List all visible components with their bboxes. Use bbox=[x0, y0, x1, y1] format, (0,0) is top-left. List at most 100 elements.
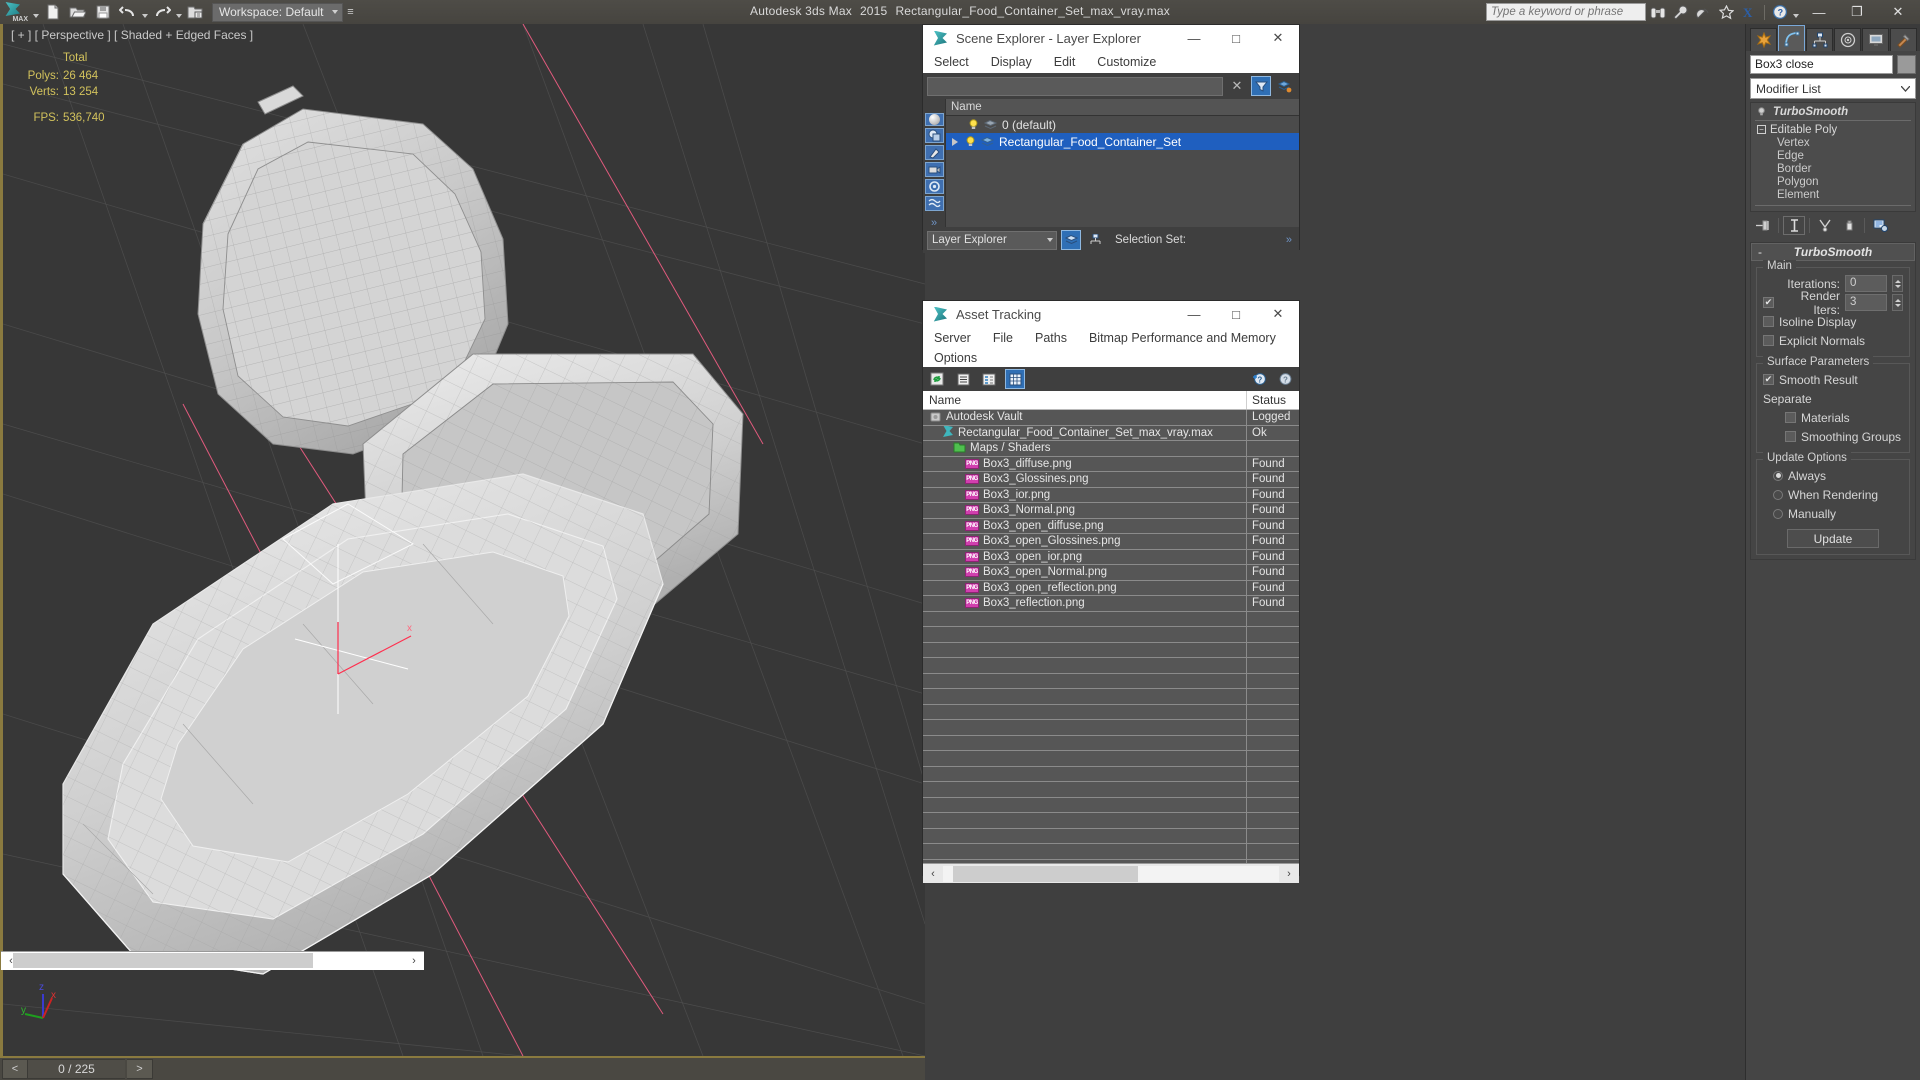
table-row[interactable]: PNG Box3_ior.png Found bbox=[923, 487, 1299, 503]
manually-radio[interactable] bbox=[1773, 508, 1783, 519]
rollout-collapse-icon[interactable]: - bbox=[1758, 245, 1762, 259]
sfs-hscroll-thumb[interactable] bbox=[13, 953, 313, 968]
pin-stack-icon[interactable] bbox=[1752, 216, 1774, 235]
sfs-hscroll-right-arrow[interactable]: › bbox=[404, 952, 424, 970]
table-row[interactable]: Autodesk Vault Logged bbox=[923, 410, 1299, 426]
menu-file[interactable]: File bbox=[982, 327, 1024, 349]
select-from-scene-hscrollbar[interactable]: ‹ › bbox=[1, 951, 424, 970]
explicit-normals-checkbox[interactable] bbox=[1763, 335, 1774, 346]
display-space-warps-icon[interactable] bbox=[924, 196, 944, 211]
asset-tracking-maximize[interactable]: □ bbox=[1215, 301, 1257, 327]
lightbulb-icon[interactable] bbox=[1757, 107, 1766, 116]
asset-tracking-close[interactable]: ✕ bbox=[1257, 301, 1299, 327]
asset-tracking-window[interactable]: Asset Tracking — □ ✕ Server File Paths B… bbox=[922, 300, 1300, 883]
set-project-folder-icon[interactable] bbox=[183, 1, 208, 23]
table-row[interactable]: Maps / Shaders bbox=[923, 441, 1299, 457]
iterations-spinner[interactable] bbox=[1892, 275, 1903, 292]
table-row[interactable]: PNG Box3_diffuse.png Found bbox=[923, 456, 1299, 472]
menu-server[interactable]: Server bbox=[923, 327, 982, 349]
layer-row-container-set[interactable]: Rectangular_Food_Container_Set bbox=[946, 133, 1299, 150]
grid-view-icon[interactable] bbox=[1005, 369, 1025, 389]
lightbulb-icon[interactable] bbox=[965, 136, 976, 147]
make-unique-icon[interactable] bbox=[1814, 216, 1836, 235]
collapse-box-icon[interactable]: − bbox=[1757, 125, 1766, 134]
render-iters-checkbox[interactable] bbox=[1763, 297, 1774, 308]
save-file-icon[interactable] bbox=[90, 1, 115, 23]
combo-caret-icon[interactable] bbox=[1047, 238, 1053, 242]
table-row[interactable]: PNG Box3_open_reflection.png Found bbox=[923, 580, 1299, 596]
frame-counter[interactable]: 0 / 225 bbox=[28, 1059, 125, 1079]
object-color-swatch[interactable] bbox=[1897, 54, 1916, 74]
table-row[interactable]: PNG Box3_open_ior.png Found bbox=[923, 549, 1299, 565]
window-minimize-button[interactable]: — bbox=[1800, 0, 1838, 24]
display-shapes-icon[interactable] bbox=[924, 128, 944, 143]
iterations-field[interactable]: 0 bbox=[1845, 275, 1887, 292]
stack-subobject-vertex[interactable]: Vertex bbox=[1751, 136, 1915, 149]
window-restore-button[interactable]: ❐ bbox=[1838, 0, 1876, 24]
layer-options-icon[interactable] bbox=[1275, 76, 1295, 96]
workspace-caret-icon[interactable] bbox=[331, 10, 338, 14]
smoothing-groups-checkbox[interactable] bbox=[1785, 431, 1796, 442]
help-question-icon[interactable]: ? bbox=[1768, 1, 1791, 23]
create-tab[interactable] bbox=[1750, 28, 1777, 51]
layer-row-default[interactable]: 0 (default) bbox=[946, 116, 1299, 133]
help-tracking-icon[interactable]: ? bbox=[1275, 369, 1295, 389]
stack-item-turbosmooth[interactable]: TurboSmooth bbox=[1751, 105, 1915, 118]
menu-paths[interactable]: Paths bbox=[1024, 327, 1078, 349]
materials-checkbox[interactable] bbox=[1785, 412, 1796, 423]
configure-modifier-sets-icon[interactable] bbox=[1869, 216, 1891, 235]
favorites-star-icon[interactable] bbox=[1715, 1, 1738, 23]
exchange-x-icon[interactable]: X bbox=[1738, 1, 1761, 23]
stack-item-editable-poly[interactable]: − Editable Poly bbox=[1751, 123, 1915, 136]
clear-search-icon[interactable]: ✕ bbox=[1227, 76, 1247, 96]
render-iters-field[interactable]: 3 bbox=[1845, 294, 1887, 311]
filter-funnel-icon[interactable] bbox=[1251, 76, 1271, 96]
list-view-icon[interactable] bbox=[953, 369, 973, 389]
hierarchy-mode-icon[interactable] bbox=[1085, 230, 1105, 250]
menu-options[interactable]: Options bbox=[923, 349, 1299, 367]
prev-frame-button[interactable]: < bbox=[2, 1059, 28, 1079]
asset-tracking-hscrollbar[interactable]: ‹ › bbox=[923, 863, 1299, 883]
table-row[interactable]: PNG Box3_open_Glossines.png Found bbox=[923, 534, 1299, 550]
when-rendering-radio[interactable] bbox=[1773, 489, 1783, 500]
redo-dropdown-icon[interactable] bbox=[174, 1, 183, 23]
modifier-stack[interactable]: TurboSmooth − Editable Poly Vertex Edge … bbox=[1750, 102, 1916, 212]
command-panel[interactable]: Box3 close Modifier List TurboSmooth − E… bbox=[1745, 24, 1920, 1080]
motion-tab[interactable] bbox=[1834, 28, 1861, 51]
table-row[interactable]: PNG Box3_Glossines.png Found bbox=[923, 472, 1299, 488]
table-row[interactable]: PNG Box3_open_Normal.png Found bbox=[923, 565, 1299, 581]
update-option-manually[interactable]: Manually bbox=[1763, 504, 1903, 523]
footer-overflow-icon[interactable]: » bbox=[1286, 234, 1295, 246]
asset-tracking-table[interactable]: Name Status Autodesk Vault Logged Rectangu… bbox=[923, 391, 1299, 863]
update-button[interactable]: Update bbox=[1787, 529, 1879, 548]
search-input[interactable] bbox=[1486, 3, 1646, 21]
scene-explorer-window[interactable]: Scene Explorer - Layer Explorer — □ ✕ Se… bbox=[922, 24, 1300, 253]
next-frame-button[interactable]: > bbox=[127, 1059, 153, 1079]
explorer-mode-combo[interactable]: Layer Explorer bbox=[927, 230, 1057, 250]
modify-tab[interactable] bbox=[1778, 25, 1805, 51]
utilities-tab[interactable] bbox=[1890, 28, 1917, 51]
always-radio[interactable] bbox=[1773, 470, 1783, 481]
scene-explorer-minimize[interactable]: — bbox=[1173, 25, 1215, 51]
workspace-selector[interactable]: Workspace: Default bbox=[212, 2, 343, 22]
workspace-overflow-icon[interactable]: ≡ bbox=[343, 3, 359, 22]
redo-icon[interactable] bbox=[149, 1, 174, 23]
remove-modifier-icon[interactable] bbox=[1838, 216, 1860, 235]
hierarchy-tab[interactable] bbox=[1806, 28, 1833, 51]
table-row[interactable]: PNG Box3_Normal.png Found bbox=[923, 503, 1299, 519]
scene-explorer-close[interactable]: ✕ bbox=[1257, 25, 1299, 51]
stack-subobject-border[interactable]: Border bbox=[1751, 162, 1915, 175]
open-file-icon[interactable] bbox=[65, 1, 90, 23]
undo-dropdown-icon[interactable] bbox=[140, 1, 149, 23]
undo-icon[interactable] bbox=[115, 1, 140, 23]
3dsmax-logo-icon[interactable]: MAX bbox=[2, 1, 28, 23]
menu-customize[interactable]: Customize bbox=[1086, 51, 1167, 73]
lightbulb-icon[interactable] bbox=[968, 119, 979, 130]
chevron-down-icon[interactable] bbox=[1901, 85, 1910, 92]
display-tab[interactable] bbox=[1862, 28, 1889, 51]
object-name-field[interactable]: Box3 close bbox=[1750, 54, 1893, 74]
table-row[interactable]: Rectangular_Food_Container_Set_max_vray.… bbox=[923, 425, 1299, 441]
expand-arrow-icon[interactable] bbox=[952, 135, 960, 149]
asset-table-rows[interactable]: Autodesk Vault Logged Rectangular_Food_Con… bbox=[923, 410, 1299, 863]
smooth-result-checkbox[interactable] bbox=[1763, 374, 1774, 385]
